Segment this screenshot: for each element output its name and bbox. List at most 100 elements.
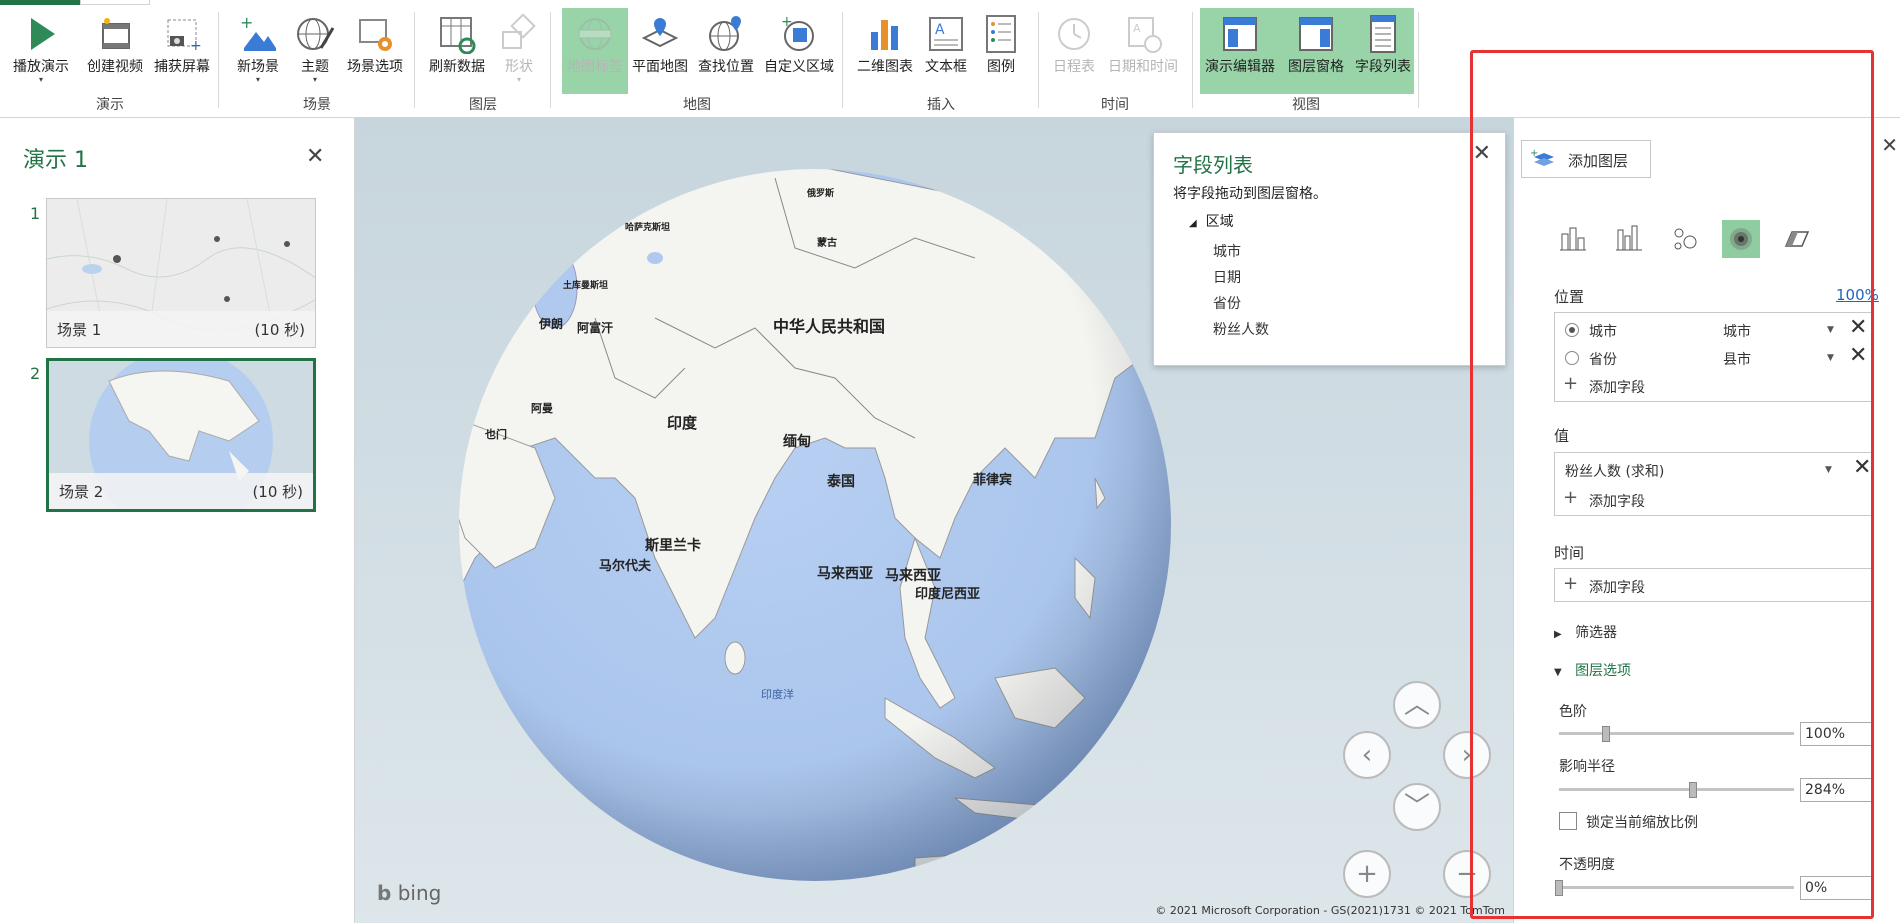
- capture-screen-button[interactable]: + 捕获屏幕: [150, 8, 214, 94]
- play-tour-button[interactable]: 播放演示 ▾: [10, 8, 72, 94]
- close-icon[interactable]: ✕: [1881, 133, 1898, 157]
- lock-scale-checkbox[interactable]: [1559, 812, 1577, 830]
- map-label-iran: 伊朗: [538, 316, 563, 331]
- pan-right-button[interactable]: ›: [1443, 731, 1491, 779]
- field-table-node[interactable]: ◢ 区域: [1189, 211, 1234, 231]
- date-time-icon: A: [1128, 17, 1162, 53]
- svg-text:+: +: [1530, 148, 1538, 159]
- scene-thumbnail-2[interactable]: 场景 2 (10 秒): [46, 358, 316, 512]
- dropdown-caret-icon[interactable]: ▼: [1827, 325, 1834, 335]
- geography-type-dropdown[interactable]: 县市: [1723, 349, 1751, 369]
- layer-options-expander[interactable]: ▼ 图层选项: [1554, 660, 1631, 680]
- heatmap-icon[interactable]: [1722, 220, 1760, 258]
- time-field-box: + 添加字段: [1554, 568, 1874, 602]
- field-item[interactable]: 城市: [1213, 241, 1241, 261]
- color-scale-slider-thumb[interactable]: [1602, 726, 1610, 742]
- close-icon[interactable]: ✕: [306, 144, 324, 169]
- map-copyright: © 2021 Microsoft Corporation - GS(2021)1…: [1155, 904, 1505, 917]
- custom-region-button[interactable]: + 自定义区域: [760, 8, 838, 94]
- svg-text:A: A: [935, 22, 945, 38]
- scene-options-button[interactable]: 场景选项: [340, 8, 410, 94]
- add-layer-button[interactable]: + 添加图层: [1521, 140, 1651, 178]
- zoom-in-button[interactable]: +: [1343, 850, 1391, 898]
- scene-thumbnail-1[interactable]: 场景 1 (10 秒): [46, 198, 316, 348]
- region-icon[interactable]: [1778, 220, 1816, 258]
- value-field-row[interactable]: 粉丝人数 (求和) ▼ ✕: [1555, 455, 1873, 483]
- map-label-kazakhstan: 哈萨克斯坦: [625, 221, 670, 233]
- find-location-button[interactable]: 查找位置: [694, 8, 758, 94]
- scene-number: 1: [30, 204, 41, 223]
- radius-slider[interactable]: [1559, 788, 1794, 791]
- new-scene-button[interactable]: + 新场景 ▾: [228, 8, 288, 94]
- position-field-box: 城市 城市 ▼ ✕ 省份 县市 ▼ ✕ + 添加字段: [1554, 312, 1874, 402]
- layer-pane-icon: [1299, 17, 1333, 51]
- geography-type-dropdown[interactable]: 城市: [1723, 321, 1751, 341]
- remove-field-icon[interactable]: ✕: [1849, 343, 1867, 368]
- globe-shading: [459, 169, 1171, 881]
- add-field-button[interactable]: + 添加字段: [1555, 487, 1873, 513]
- date-time-button[interactable]: A 日期和时间: [1102, 8, 1184, 94]
- layer-pane-button[interactable]: 图层窗格: [1280, 8, 1352, 94]
- field-list-icon: [1370, 15, 1396, 53]
- group-separator: [218, 12, 219, 108]
- zoom-out-button[interactable]: −: [1443, 850, 1491, 898]
- pan-left-button[interactable]: ‹: [1343, 731, 1391, 779]
- group-map: 地图标签 平面地图 查找位置 + 自定义区域 地图: [554, 8, 840, 116]
- create-video-button[interactable]: 创建视频: [82, 8, 148, 94]
- time-section-title: 时间: [1554, 544, 1585, 562]
- radio-button[interactable]: [1565, 323, 1579, 337]
- shapes-button[interactable]: 形状 ▾: [494, 8, 544, 94]
- legend-button[interactable]: 图例: [976, 8, 1026, 94]
- radius-label: 影响半径: [1559, 759, 1615, 775]
- color-scale-input[interactable]: 100%: [1800, 722, 1874, 746]
- dropdown-caret-icon[interactable]: ▼: [1825, 465, 1832, 475]
- color-scale-slider[interactable]: [1559, 732, 1794, 735]
- remove-field-icon[interactable]: ✕: [1849, 315, 1867, 340]
- position-row[interactable]: 城市 城市 ▼ ✕: [1555, 315, 1873, 343]
- text-box-button[interactable]: A 文本框: [920, 8, 972, 94]
- opacity-slider-thumb[interactable]: [1555, 880, 1563, 896]
- radio-button[interactable]: [1565, 351, 1579, 365]
- field-item[interactable]: 省份: [1213, 293, 1241, 313]
- flat-map-button[interactable]: 平面地图: [628, 8, 692, 94]
- filters-expander[interactable]: ▶ 筛选器: [1554, 622, 1617, 642]
- pan-down-button[interactable]: ﹀: [1393, 783, 1441, 831]
- new-scene-icon: +: [240, 14, 276, 51]
- pan-up-button[interactable]: ︿: [1393, 681, 1441, 729]
- remove-field-icon[interactable]: ✕: [1853, 455, 1871, 480]
- position-row[interactable]: 省份 县市 ▼ ✕: [1555, 343, 1873, 371]
- theme-button[interactable]: 主题 ▾: [292, 8, 338, 94]
- add-field-button[interactable]: + 添加字段: [1555, 373, 1873, 399]
- refresh-data-button[interactable]: 刷新数据: [424, 8, 490, 94]
- group-label-scene: 场景: [303, 97, 331, 113]
- bubble-icon[interactable]: [1666, 220, 1704, 258]
- map-label-philippines: 菲律宾: [973, 472, 1012, 488]
- timeline-button[interactable]: 日程表: [1048, 8, 1100, 94]
- group-time: 日程表 A 日期和时间 时间: [1042, 8, 1188, 116]
- radius-slider-thumb[interactable]: [1688, 782, 1697, 798]
- field-list-button[interactable]: 字段列表: [1352, 8, 1414, 94]
- tour-editor-button[interactable]: 演示编辑器: [1200, 8, 1280, 94]
- add-field-button[interactable]: + 添加字段: [1555, 573, 1873, 599]
- map-labels-button[interactable]: 地图标签: [562, 8, 628, 94]
- field-item[interactable]: 日期: [1213, 267, 1241, 287]
- opacity-input[interactable]: 0%: [1800, 876, 1874, 900]
- plus-icon: +: [1356, 859, 1378, 889]
- map-label-mongolia: 蒙古: [817, 236, 837, 249]
- map-label-malaysia-2: 马来西亚: [885, 568, 941, 584]
- field-item[interactable]: 粉丝人数: [1213, 319, 1269, 339]
- radius-input[interactable]: 284%: [1800, 778, 1874, 802]
- dropdown-caret-icon[interactable]: ▼: [1827, 353, 1834, 363]
- 2d-chart-button[interactable]: 二维图表: [854, 8, 916, 94]
- map-label-yemen: 也门: [485, 427, 507, 441]
- stacked-column-icon[interactable]: [1554, 220, 1592, 258]
- close-icon[interactable]: ✕: [1473, 141, 1491, 166]
- group-layer: 刷新数据 形状 ▾ 图层: [418, 8, 548, 116]
- opacity-slider[interactable]: [1559, 886, 1794, 889]
- clustered-column-icon[interactable]: [1610, 220, 1648, 258]
- dropdown-caret-icon: ▾: [516, 75, 521, 84]
- map-labels-icon: [578, 18, 612, 50]
- globe-brush-icon: [297, 18, 335, 50]
- map-label-russia: 俄罗斯: [806, 187, 834, 199]
- position-section-title: 位置: [1554, 288, 1585, 306]
